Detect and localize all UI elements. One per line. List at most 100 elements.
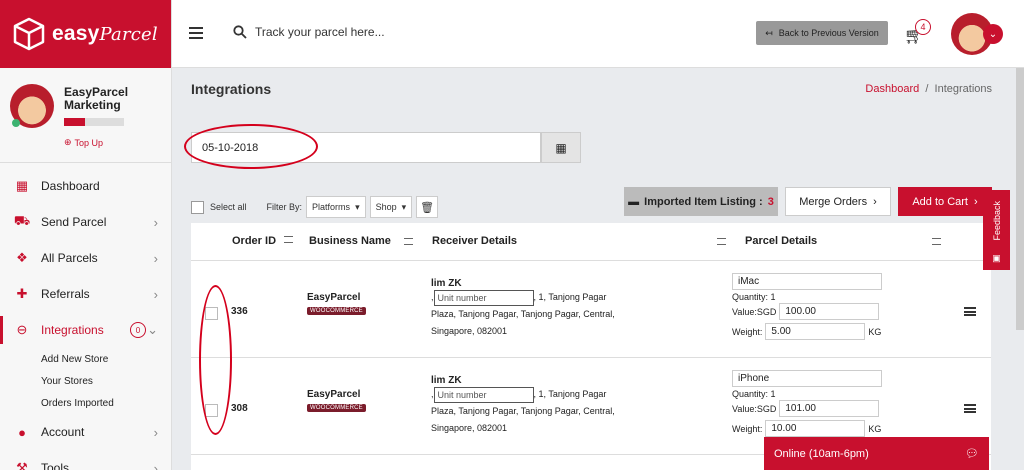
cart-count-badge: 4	[915, 19, 931, 35]
col-order-id[interactable]: Order ID	[232, 235, 294, 247]
breadcrumb-dashboard[interactable]: Dashboard	[865, 83, 919, 95]
online-status-dot	[12, 119, 20, 127]
sidebar-item-referrals[interactable]: ✚ Referrals ›	[0, 276, 172, 312]
table-row: 336 EasyParcel WOOCOMMERCE lim ZK , Unit …	[191, 261, 991, 358]
hamburger-menu-icon[interactable]	[189, 27, 203, 39]
business-name: EasyParcel	[307, 389, 361, 400]
date-field[interactable]: 05-10-2018	[191, 132, 541, 163]
receiver-address: , Unit number, 1, Tanjong Pagar Plaza, Ta…	[431, 386, 621, 437]
weight-unit: KG	[868, 423, 882, 434]
chevron-down-icon[interactable]: ⌄	[983, 24, 1003, 44]
breadcrumb: Dashboard / Integrations	[865, 83, 992, 95]
chat-bubble-icon: 💬︎	[965, 448, 979, 460]
list-icon: ▬	[628, 195, 640, 208]
search-icon	[233, 25, 247, 39]
chevron-down-icon: ⌄	[147, 322, 158, 337]
value-label: Value:SGD	[732, 403, 777, 414]
unit-number-input[interactable]: Unit number	[433, 289, 534, 306]
select-all-checkbox[interactable]	[191, 200, 204, 214]
referrals-icon: ✚	[16, 286, 28, 301]
cube-logo-icon	[13, 17, 45, 51]
row-menu-icon[interactable]	[964, 307, 976, 316]
platforms-dropdown[interactable]: Platforms ▾	[306, 196, 366, 218]
chevron-right-icon: ›	[153, 286, 158, 302]
sidebar-item-send-parcel[interactable]: ⛟ Send Parcel ›	[0, 204, 172, 240]
calendar-icon: ▦	[555, 140, 567, 155]
chevron-right-icon: ›	[153, 214, 158, 230]
feedback-icon: ▣	[992, 253, 1001, 263]
online-chat-bar[interactable]: Online (10am-6pm) 💬︎	[764, 437, 989, 470]
filter-by-label: Filter By:	[266, 202, 303, 212]
col-receiver-details[interactable]: Receiver Details	[432, 235, 726, 247]
order-id: 336	[231, 306, 248, 317]
feedback-tab[interactable]: Feedback ▣	[983, 190, 1010, 270]
chevron-right-icon: ›	[873, 195, 877, 208]
sort-icon	[404, 238, 413, 245]
sidebar-item-account[interactable]: ● Account ›	[0, 414, 172, 450]
sidebar-item-tools[interactable]: ⚒ Tools ›	[0, 450, 172, 470]
brand-logo[interactable]: easyParcel	[0, 0, 171, 68]
sidebar-nav: ▦ Dashboard ⛟ Send Parcel › ❖ All Parcels › ✚…	[0, 168, 172, 470]
add-to-cart-button[interactable]: Add to Cart ›	[898, 187, 992, 216]
user-icon: ●	[18, 424, 26, 440]
imported-item-listing[interactable]: ▬ Imported Item Listing :3	[624, 187, 778, 216]
orders-table: Order ID Business Name Receiver Details …	[191, 223, 991, 470]
arrow-back-icon: ↤	[765, 27, 773, 38]
merge-orders-button[interactable]: Merge Orders ›	[785, 187, 891, 216]
back-to-previous-version-button[interactable]: ↤ Back to Previous Version	[756, 21, 888, 45]
sort-icon	[284, 236, 294, 243]
topup-link[interactable]: ⊕ Top Up	[64, 137, 103, 148]
order-id: 308	[231, 403, 248, 414]
trash-icon: 🗑︎	[420, 201, 435, 214]
delete-button[interactable]: 🗑︎	[416, 196, 439, 218]
page-title: Integrations	[191, 81, 272, 97]
caret-down-icon: ▾	[355, 201, 360, 212]
value-input[interactable]: 101.00	[779, 400, 880, 417]
integrations-badge: 0	[130, 322, 146, 338]
weight-input[interactable]: 10.00	[765, 420, 866, 437]
chevron-right-icon: ›	[973, 195, 978, 208]
sidebar-item-all-parcels[interactable]: ❖ All Parcels ›	[0, 240, 172, 276]
parcel-details: iMac Quantity: 1 Value:SGD 100.00 Weight:…	[732, 273, 882, 340]
shop-dropdown[interactable]: Shop ▾	[369, 196, 413, 218]
subnav-orders-imported[interactable]: Orders Imported	[0, 392, 172, 414]
col-parcel-details[interactable]: Parcel Details	[745, 235, 941, 247]
calendar-button[interactable]: ▦	[541, 132, 581, 163]
parcels-icon: ❖	[16, 250, 28, 265]
sidebar: easyParcel EasyParcel Marketing ⊕ Top Up …	[0, 0, 172, 470]
subnav-your-stores[interactable]: Your Stores	[0, 370, 172, 392]
sidebar-item-dashboard[interactable]: ▦ Dashboard	[0, 168, 172, 204]
col-business-name[interactable]: Business Name	[309, 235, 413, 247]
track-parcel-search[interactable]: Track your parcel here...	[233, 25, 385, 39]
woocommerce-logo: WOOCOMMERCE	[307, 404, 366, 412]
weight-label: Weight:	[732, 423, 763, 434]
row-checkbox[interactable]	[205, 307, 218, 320]
row-checkbox[interactable]	[205, 404, 218, 417]
value-label: Value:SGD	[732, 306, 777, 317]
select-all-label: Select all	[210, 202, 247, 212]
profile-name: EasyParcel Marketing	[64, 85, 129, 112]
chevron-right-icon: ›	[153, 424, 158, 440]
sort-icon	[932, 238, 941, 245]
page-scrollbar[interactable]	[1016, 68, 1024, 330]
woocommerce-logo: WOOCOMMERCE	[307, 307, 366, 315]
weight-input[interactable]: 5.00	[765, 323, 866, 340]
profile-card	[0, 68, 171, 163]
brand-name: easyParcel	[52, 22, 158, 45]
receiver-address: , Unit number, 1, Tanjong Pagar Plaza, Ta…	[431, 289, 621, 340]
weight-label: Weight:	[732, 326, 763, 337]
dashboard-icon: ▦	[15, 178, 29, 193]
plus-circle-icon: ⊕	[64, 137, 72, 147]
caret-down-icon: ▾	[401, 201, 407, 212]
search-input[interactable]: Track your parcel here...	[255, 25, 385, 39]
weight-unit: KG	[868, 326, 882, 337]
unit-number-input[interactable]: Unit number	[433, 386, 534, 403]
item-name-input[interactable]: iPhone	[732, 370, 882, 387]
topbar: Track your parcel here... ↤ Back to Previ…	[172, 0, 1024, 68]
value-input[interactable]: 100.00	[779, 303, 880, 320]
item-name-input[interactable]: iMac	[732, 273, 882, 290]
chevron-right-icon: ›	[153, 460, 158, 470]
subnav-add-new-store[interactable]: Add New Store	[0, 348, 172, 370]
row-menu-icon[interactable]	[964, 404, 976, 413]
sidebar-item-integrations[interactable]: ⊖ Integrations 0 ⌄	[0, 312, 172, 348]
